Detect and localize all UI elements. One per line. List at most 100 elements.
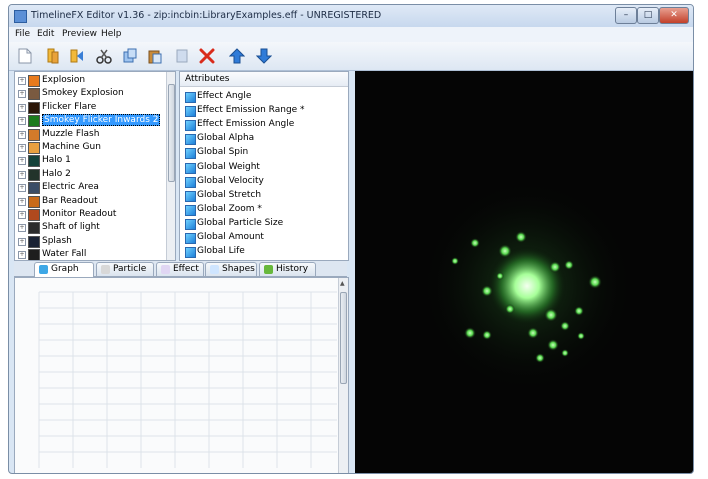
tree-item[interactable]: + Muzzle Flash — [15, 128, 175, 141]
attribute-curve-icon — [185, 148, 196, 160]
expand-icon[interactable]: + — [18, 77, 26, 85]
tree-item[interactable]: + Electric Area — [15, 181, 175, 195]
effect-thumbnail-icon — [28, 209, 40, 221]
expand-icon[interactable]: + — [18, 130, 26, 139]
tree-scrollbar-thumb[interactable] — [168, 84, 175, 182]
tree-item[interactable]: + Smokey Flicker Inwards 2 — [15, 114, 175, 128]
minimize-button[interactable]: – — [615, 7, 637, 24]
attribute-curve-icon — [185, 176, 196, 188]
menu-preview[interactable]: Preview — [62, 29, 97, 39]
tab-history[interactable]: History — [259, 262, 316, 276]
graph-scrollbar-thumb[interactable] — [340, 292, 347, 384]
attribute-curve-icon — [185, 218, 196, 230]
shapes-icon — [210, 265, 219, 274]
effect-thumbnail-icon — [28, 235, 40, 248]
tree-item-label: Electric Area — [42, 182, 99, 193]
expand-icon[interactable]: + — [18, 170, 26, 179]
new-document-icon[interactable] — [16, 47, 34, 65]
effect-preview[interactable] — [355, 71, 693, 473]
effect-thumbnail-icon — [28, 168, 40, 181]
graph-grid — [15, 278, 348, 473]
tree-item-label: Flicker Flare — [42, 101, 97, 112]
expand-icon[interactable]: + — [18, 224, 26, 233]
tree-item[interactable]: + Smokey Explosion — [15, 87, 175, 101]
attribute-curve-icon — [185, 106, 196, 118]
effects-tree: + Explosion + Smokey Explosion + Flicker Flar… — [14, 71, 176, 261]
expand-icon[interactable]: + — [18, 144, 26, 152]
cut-icon[interactable] — [95, 47, 113, 65]
effect-thumbnail-icon — [28, 142, 40, 154]
attribute-label: Global Particle Size — [197, 217, 284, 228]
tree-item[interactable]: + Bar Readout — [15, 195, 175, 208]
effect-thumbnail-icon — [28, 88, 40, 101]
tree-item[interactable]: + Water Fall — [15, 248, 175, 260]
expand-icon[interactable]: + — [18, 157, 26, 166]
graph-scrollbar[interactable]: ▲ — [338, 278, 348, 473]
attribute-label: Effect Angle — [197, 91, 252, 101]
window-title: TimelineFX Editor v1.36 - zip:incbin:Lib… — [31, 10, 382, 21]
scroll-up-arrow-icon[interactable]: ▲ — [340, 280, 346, 288]
effect-thumbnail-icon — [28, 195, 40, 208]
attribute-curve-icon — [185, 204, 196, 216]
tree-item-label: Shaft of light — [42, 222, 100, 233]
move-up-icon[interactable] — [228, 47, 246, 65]
tree-item[interactable]: + Splash — [15, 235, 175, 248]
menu-help[interactable]: Help — [101, 29, 122, 39]
delete-icon[interactable] — [198, 47, 216, 65]
attribute-label: Global Life — [197, 246, 245, 257]
tree-scrollbar[interactable] — [166, 72, 175, 260]
tree-item-label: Explosion — [42, 75, 86, 85]
tree-item[interactable]: + Explosion — [15, 74, 175, 87]
attribute-label: Global Amount — [197, 232, 264, 242]
maximize-button[interactable]: □ — [637, 7, 659, 24]
app-icon — [14, 10, 27, 23]
effect-thumbnail-icon — [28, 128, 40, 141]
attribute-curve-icon — [185, 162, 196, 174]
tab-effect[interactable]: Effect — [156, 262, 204, 276]
tree-item[interactable]: + Monitor Readout — [15, 208, 175, 221]
tab-shapes[interactable]: Shapes — [205, 262, 257, 276]
attribute-label: Global Stretch — [197, 189, 262, 200]
history-icon — [264, 265, 273, 274]
expand-icon[interactable]: + — [18, 251, 26, 260]
attribute-label: Effect Emission Angle — [197, 119, 295, 130]
tab-graph[interactable]: Graph — [34, 262, 94, 277]
expand-icon[interactable]: + — [18, 237, 26, 246]
tree-item-label: Halo 2 — [42, 168, 71, 179]
effect-thumbnail-icon — [28, 101, 40, 114]
effect-thumbnail-icon — [28, 249, 40, 260]
expand-icon[interactable]: + — [18, 117, 26, 126]
tree-item[interactable]: + Machine Gun — [15, 141, 175, 154]
tree-item[interactable]: + Shaft of light — [15, 221, 175, 235]
effect-thumbnail-icon — [28, 155, 40, 168]
tree-item-label: Splash — [42, 235, 72, 246]
tree-item[interactable]: + Halo 2 — [15, 168, 175, 181]
import-icon[interactable] — [67, 47, 85, 65]
clear-icon[interactable] — [173, 47, 191, 65]
paste-icon[interactable] — [146, 47, 164, 65]
tab-particle[interactable]: Particle — [96, 262, 154, 276]
menu-file[interactable]: File — [15, 29, 30, 39]
attribute-curve-icon — [185, 190, 196, 202]
attribute-curve-icon — [185, 233, 196, 244]
tree-item-label: Machine Gun — [42, 142, 101, 152]
attribute-label: Global Velocity — [197, 175, 264, 186]
expand-icon[interactable]: + — [18, 184, 26, 193]
tab-label: Shapes — [222, 264, 255, 274]
expand-icon[interactable]: + — [18, 197, 26, 206]
graph-area[interactable]: ▲ — [14, 277, 349, 473]
effect-thumbnail-icon — [28, 115, 40, 128]
tree-item-label: Smokey Flicker Inwards 2 — [42, 114, 161, 127]
expand-icon[interactable]: + — [18, 90, 26, 99]
close-button[interactable]: ✕ — [659, 7, 689, 24]
attribute-label: Global Weight — [197, 161, 260, 172]
move-down-icon[interactable] — [255, 47, 273, 65]
open-folder-icon[interactable] — [43, 47, 61, 65]
expand-icon[interactable]: + — [18, 103, 26, 112]
attribute-label: Global Spin — [197, 147, 249, 158]
menu-edit[interactable]: Edit — [37, 29, 54, 39]
copy-icon[interactable] — [121, 47, 139, 65]
expand-icon[interactable]: + — [18, 211, 26, 219]
tree-item[interactable]: + Halo 1 — [15, 154, 175, 168]
tree-item[interactable]: + Flicker Flare — [15, 101, 175, 114]
